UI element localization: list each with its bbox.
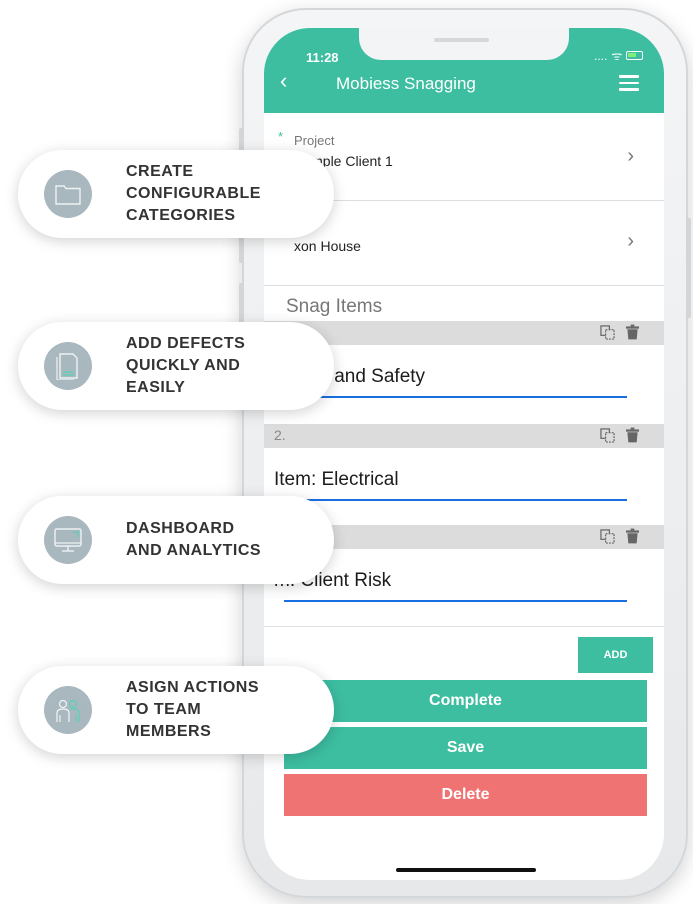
item-number: 2.: [274, 427, 286, 443]
callout-dashboard: DASHBOARD AND ANALYTICS: [18, 496, 334, 584]
list-divider: [264, 626, 664, 627]
copy-icon[interactable]: [600, 529, 615, 544]
document-icon: [56, 353, 78, 380]
wifi-icon: ᯤ: [611, 49, 623, 63]
hamburger-menu-icon[interactable]: [619, 75, 639, 91]
callout-icon-circle: [44, 686, 92, 734]
signal-icon: ....: [594, 48, 608, 63]
callout-text: ADD DEFECTS QUICKLY AND EASILY: [126, 335, 246, 396]
save-button[interactable]: Save: [284, 727, 647, 769]
status-icons: .... ᯤ: [594, 47, 644, 64]
trash-icon[interactable]: [626, 427, 639, 443]
monitor-icon: [54, 528, 82, 552]
delete-button[interactable]: Delete: [284, 774, 647, 816]
phone-screen: 11:28 .... ᯤ ‹ Mobiess Snagging * Projec…: [264, 28, 664, 880]
chevron-right-icon: ›: [627, 145, 634, 167]
battery-icon: [626, 51, 644, 60]
trash-icon[interactable]: [626, 324, 639, 340]
callout-icon-circle: [44, 170, 92, 218]
callout-defects: ADD DEFECTS QUICKLY AND EASILY: [18, 322, 334, 410]
folder-icon: [55, 185, 81, 205]
callout-categories: CREATE CONFIGURABLE CATEGORIES: [18, 150, 334, 238]
app-title: Mobiess Snagging: [336, 74, 476, 93]
item-underline: [284, 499, 627, 501]
callout-text: ASIGN ACTIONS TO TEAM MEMBERS: [126, 679, 260, 740]
back-button[interactable]: ‹: [280, 68, 302, 94]
callout-icon-circle: [44, 342, 92, 390]
item-underline: [284, 396, 627, 398]
status-time: 11:28: [306, 50, 339, 65]
phone-notch: [359, 28, 569, 60]
item-underline: [284, 600, 627, 602]
home-indicator: [396, 868, 536, 872]
phone-frame: 11:28 .... ᯤ ‹ Mobiess Snagging * Projec…: [239, 8, 691, 898]
trash-icon[interactable]: [626, 528, 639, 544]
required-marker: *: [278, 129, 284, 144]
project-label: Project: [294, 133, 335, 148]
snag-item-header: 2.: [264, 424, 664, 448]
callout-team: ASIGN ACTIONS TO TEAM MEMBERS: [18, 666, 334, 754]
callout-icon-circle: [44, 516, 92, 564]
callout-text: DASHBOARD AND ANALYTICS: [126, 520, 262, 559]
add-item-button[interactable]: ADD: [578, 637, 653, 673]
team-icon: [56, 699, 80, 722]
chevron-right-icon: ›: [627, 230, 634, 252]
power-button: [686, 218, 691, 318]
callout-text: CREATE CONFIGURABLE CATEGORIES: [126, 163, 261, 224]
snag-item-name[interactable]: Item: Electrical: [274, 469, 399, 491]
copy-icon[interactable]: [600, 428, 615, 443]
complete-button[interactable]: Complete: [284, 680, 647, 722]
copy-icon[interactable]: [600, 325, 615, 340]
snag-items-title: Snag Items: [286, 296, 383, 317]
building-value: xon House: [294, 238, 361, 254]
